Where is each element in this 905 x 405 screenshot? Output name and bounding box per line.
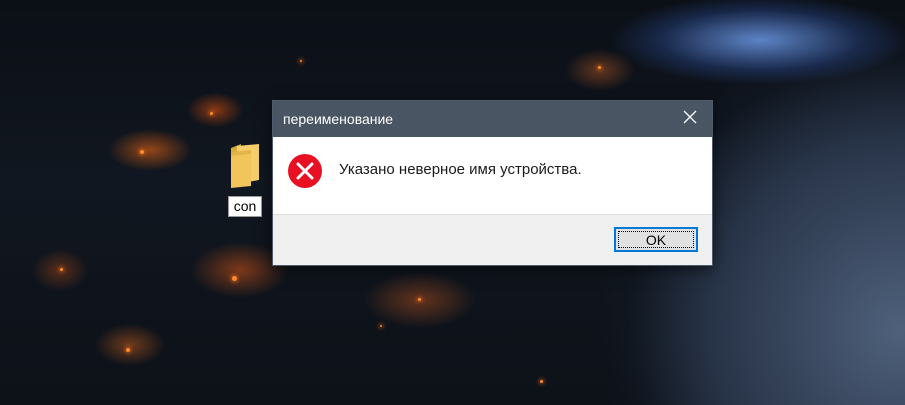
dialog-button-bar: OK <box>273 214 712 265</box>
close-button[interactable] <box>668 101 712 137</box>
ok-button-label: OK <box>645 231 667 248</box>
ember-decoration <box>140 150 144 154</box>
ember-decoration <box>300 60 302 62</box>
ember-decoration <box>598 66 601 69</box>
desktop-item-label[interactable]: con <box>227 196 263 217</box>
ok-button[interactable]: OK <box>614 227 698 252</box>
error-message: Указано неверное имя устройства. <box>339 161 582 178</box>
dialog-titlebar[interactable]: переименование <box>273 101 712 137</box>
ember-decoration <box>232 276 237 281</box>
desktop-background: con переименование Указано неверное имя … <box>0 0 905 405</box>
ember-decoration <box>418 298 421 301</box>
ember-decoration <box>126 348 130 352</box>
error-dialog: переименование Указано неверное имя устр… <box>272 100 713 266</box>
desktop-item-con[interactable]: con <box>222 140 268 217</box>
close-icon <box>683 110 697 129</box>
ember-decoration <box>60 268 63 271</box>
ember-decoration <box>540 380 543 383</box>
dialog-title: переименование <box>283 111 394 127</box>
error-icon <box>287 153 323 189</box>
folder-icon <box>227 140 263 190</box>
dialog-content: Указано неверное имя устройства. <box>273 137 712 217</box>
ember-decoration <box>210 112 213 115</box>
ember-decoration <box>380 325 382 327</box>
